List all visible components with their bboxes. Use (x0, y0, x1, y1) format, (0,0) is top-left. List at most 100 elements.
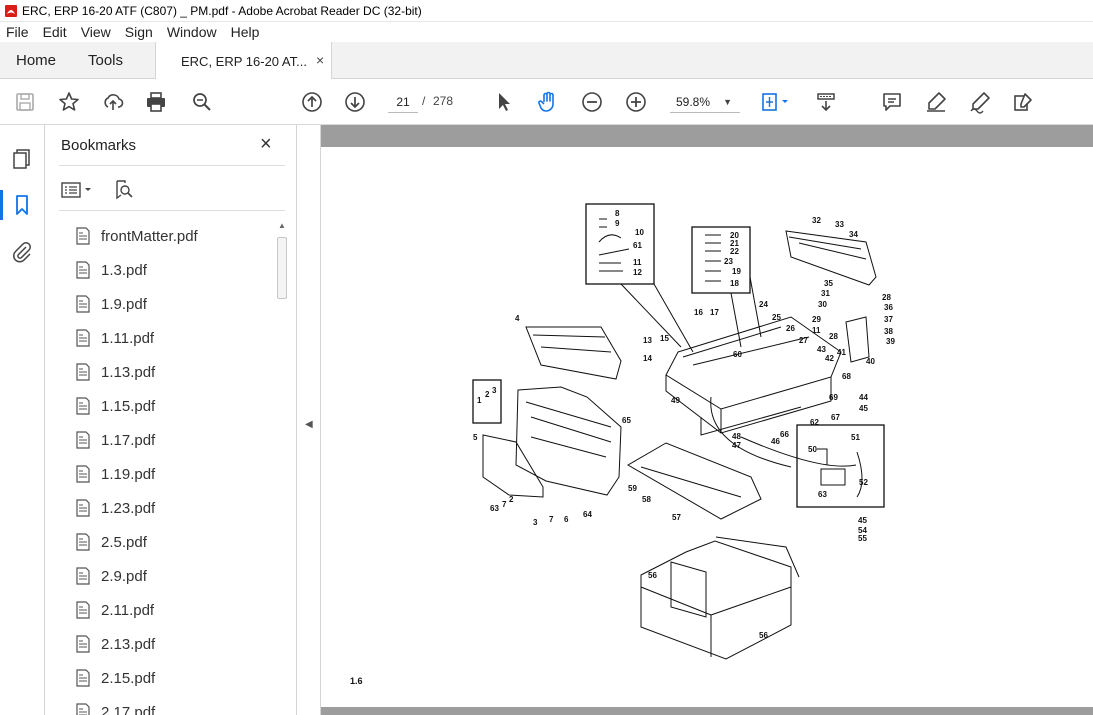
bookmark-label: 1.15.pdf (101, 397, 156, 415)
zoom-search-button[interactable] (189, 90, 215, 114)
bookmark-page-icon (76, 261, 90, 279)
menu-bar: File Edit View Sign Window Help (0, 22, 1093, 42)
bookmark-item[interactable]: 1.11.pdf (75, 321, 275, 355)
callout-number: 41 (837, 348, 846, 357)
highlight-button[interactable] (923, 90, 949, 114)
bookmark-item[interactable]: 1.15.pdf (75, 389, 275, 423)
bookmark-item[interactable]: 2.17.pdf (75, 695, 275, 715)
callout-number: 27 (799, 336, 808, 345)
tab-home[interactable]: Home (16, 52, 56, 69)
previous-page-button[interactable] (299, 90, 325, 114)
tab-tools[interactable]: Tools (88, 52, 123, 69)
bookmark-item[interactable]: 2.11.pdf (75, 593, 275, 627)
hand-icon (538, 91, 554, 112)
menu-edit[interactable]: Edit (36, 24, 74, 40)
callout-number: 2 (485, 390, 490, 399)
callout-number: 58 (642, 495, 651, 504)
bookmark-item[interactable]: 2.13.pdf (75, 627, 275, 661)
next-page-button[interactable] (342, 90, 368, 114)
page-down-icon (345, 92, 365, 112)
upload-icon (104, 94, 124, 110)
callout-number: 17 (710, 308, 719, 317)
fill-sign-button[interactable] (1010, 90, 1036, 114)
sign-icon (970, 92, 990, 114)
menu-help[interactable]: Help (224, 24, 267, 40)
bookmarks-panel-icon[interactable] (10, 193, 34, 217)
bookmark-label: 2.11.pdf (101, 601, 155, 619)
callout-number: 5 (473, 433, 478, 442)
bookmark-item[interactable]: 2.9.pdf (75, 559, 275, 593)
options-list-icon[interactable] (61, 180, 97, 200)
pdf-page: 8 9 10 61 11 12 20 21 22 23 19 18 32 33 34 35 31 30 28 36 29… (321, 147, 1093, 707)
print-button[interactable] (143, 90, 169, 114)
exploded-parts-diagram: 891061111220212223191832 3334353130283629… (472, 203, 895, 660)
bookmark-page-icon (76, 635, 90, 653)
menu-window[interactable]: Window (160, 24, 224, 40)
page-number-input[interactable]: 21 (388, 91, 418, 113)
attachments-icon[interactable] (10, 240, 34, 264)
bookmark-item[interactable]: 1.19.pdf (75, 457, 275, 491)
bookmark-page-icon (76, 669, 90, 687)
bookmark-star-button[interactable] (56, 90, 82, 114)
bookmarks-scrollbar[interactable]: ▲ (277, 221, 287, 715)
close-icon[interactable]: × (260, 133, 272, 156)
callout-number: 57 (672, 513, 681, 522)
callout-number: 2 (509, 495, 514, 504)
menu-view[interactable]: View (74, 24, 118, 40)
bookmark-item[interactable]: frontMatter.pdf (75, 219, 275, 253)
bookmark-label: 2.13.pdf (101, 635, 156, 653)
callout-number: 56 (759, 631, 768, 640)
comment-button[interactable] (879, 90, 905, 114)
save-button[interactable] (12, 90, 38, 114)
callout-number: 47 (732, 441, 741, 450)
hand-tool-button[interactable] (535, 90, 561, 114)
menu-sign[interactable]: Sign (118, 24, 160, 40)
callout-number: 37 (884, 315, 893, 324)
menu-file[interactable]: File (0, 24, 36, 40)
bookmark-item[interactable]: 1.23.pdf (75, 491, 275, 525)
bookmark-item[interactable]: 1.13.pdf (75, 355, 275, 389)
callout-number: 67 (831, 413, 840, 422)
bookmark-page-icon (76, 329, 90, 347)
bookmark-star-icon (59, 92, 79, 111)
callout-number: 7 (502, 500, 507, 509)
fit-page-button[interactable] (758, 90, 794, 114)
zoom-out-button[interactable] (579, 90, 605, 114)
scroll-up-icon[interactable]: ▲ (278, 221, 286, 230)
tab-close-icon[interactable]: × (316, 52, 324, 68)
callout-number: 42 (825, 354, 834, 363)
document-viewer[interactable]: 8 9 10 61 11 12 20 21 22 23 19 18 32 33 34 35 31 30 28 36 29… (321, 125, 1093, 715)
collapse-panel-icon[interactable]: ◀ (305, 419, 313, 430)
select-tool-button[interactable] (491, 90, 517, 114)
fill-sign-icon (1014, 93, 1032, 111)
comment-icon (883, 93, 901, 111)
scroll-mode-button[interactable] (813, 90, 839, 114)
zoom-search-icon (193, 93, 211, 111)
bookmark-item[interactable]: 1.17.pdf (75, 423, 275, 457)
bookmark-page-icon (76, 363, 90, 381)
callout-number: 49 (671, 396, 680, 405)
callout-number: 52 (859, 478, 868, 487)
sign-button[interactable] (967, 90, 993, 114)
highlight-icon (927, 92, 946, 112)
zoom-level-select[interactable]: 59.8% ▼ (670, 91, 740, 113)
bookmark-item[interactable]: 2.15.pdf (75, 661, 275, 695)
bookmark-item[interactable]: 1.3.pdf (75, 253, 275, 287)
upload-button[interactable] (100, 90, 126, 114)
callout-number: 11 (812, 326, 821, 335)
scrollbar-thumb[interactable] (277, 237, 287, 299)
callout-number: 11 (633, 258, 642, 267)
bookmark-page-icon (76, 227, 90, 245)
bookmark-item[interactable]: 1.9.pdf (75, 287, 275, 321)
page-thumbnails-icon[interactable] (10, 147, 34, 171)
zoom-in-button[interactable] (623, 90, 649, 114)
callout-number: 35 (824, 279, 833, 288)
bookmark-item[interactable]: 2.5.pdf (75, 525, 275, 559)
callout-number: 13 (643, 336, 652, 345)
page-separator: / (422, 94, 426, 108)
callout-number: 22 (730, 247, 739, 256)
page-footer-label: 1.6 (350, 676, 363, 686)
callout-number: 6 (564, 515, 569, 524)
find-bookmark-icon[interactable] (113, 179, 135, 201)
tab-document[interactable]: ERC, ERP 16-20 AT... × (155, 42, 332, 80)
